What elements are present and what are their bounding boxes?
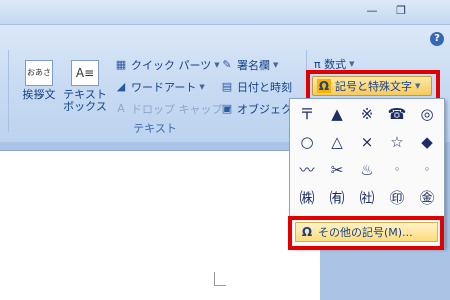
text-cursor-mark — [214, 272, 226, 286]
quickparts-label: クイック パーツ — [131, 59, 212, 72]
signature-label: 署名欄 — [237, 59, 270, 72]
symbol-cell[interactable]: ◎ — [412, 103, 442, 125]
quickparts-button[interactable]: ▦ クイック パーツ ▼ — [114, 56, 220, 74]
dropcap-icon: A — [117, 102, 125, 115]
symbol-cell[interactable]: △ — [322, 131, 352, 153]
dropcap-button[interactable]: A ドロップ キャップ ▼ — [114, 100, 231, 118]
symbol-cell[interactable]: ◦ — [382, 159, 412, 181]
symbol-cell[interactable]: ☎ — [382, 103, 412, 125]
minimize-button[interactable]: — — [358, 2, 386, 20]
help-icon[interactable]: ? — [430, 32, 444, 46]
symbol-cell[interactable]: ◦ — [412, 159, 442, 181]
symbol-cell[interactable]: ㈱ — [292, 187, 322, 209]
greeting-icon: おあさつ — [25, 60, 53, 101]
text-group-label: テキスト — [133, 122, 177, 135]
dropcap-label: ドロップ キャップ — [131, 103, 223, 116]
quickparts-icon: ▦ — [115, 58, 127, 71]
symbol-cell[interactable]: 〒 — [292, 103, 322, 125]
symbol-cell[interactable]: × — [352, 131, 382, 153]
symbol-cell[interactable]: ※ — [352, 103, 382, 125]
datetime-label: 日付と時刻 — [237, 81, 292, 94]
symbol-cell[interactable]: ✂ — [322, 159, 352, 181]
calendar-icon: ▤ — [221, 80, 233, 93]
group-separator — [8, 50, 9, 132]
symbol-cell[interactable]: ▲ — [322, 103, 352, 125]
symbol-cell[interactable]: ㊎ — [412, 187, 442, 209]
symbol-cell[interactable]: ♨ — [352, 159, 382, 181]
chevron-down-icon: ▼ — [199, 83, 205, 91]
document-page[interactable] — [0, 150, 320, 300]
wordart-icon: ◢ — [116, 80, 126, 93]
symbol-cell[interactable]: ○ — [292, 131, 322, 153]
textbox-button[interactable]: A≡ テキスト ボックス — [62, 60, 108, 113]
textbox-label-line2: ボックス — [63, 100, 107, 113]
highlight-box-more-symbols — [288, 216, 444, 250]
wordart-button[interactable]: ◢ ワードアート ▼ — [114, 78, 205, 96]
greeting-button[interactable]: おあさつ 挨拶文 — [18, 60, 60, 101]
greeting-label: 挨拶文 — [22, 88, 56, 101]
object-icon: ▣ — [221, 102, 233, 115]
symbol-cell[interactable]: 〰 — [292, 159, 322, 181]
signature-button[interactable]: ✎ 署名欄 ▼ — [220, 56, 278, 74]
symbol-cell[interactable]: ㊞ — [382, 187, 412, 209]
symbol-cell[interactable]: ◆ — [412, 131, 442, 153]
restore-button[interactable]: ❐ — [387, 2, 415, 20]
symbol-cell[interactable]: ☆ — [382, 131, 412, 153]
chevron-down-icon: ▼ — [349, 60, 355, 68]
chevron-down-icon: ▼ — [214, 61, 220, 69]
chevron-down-icon: ▼ — [273, 61, 279, 69]
symbol-cell[interactable]: ㈲ — [322, 187, 352, 209]
textbox-icon: A≡ — [71, 60, 99, 86]
wordart-label: ワードアート — [131, 81, 197, 94]
datetime-button[interactable]: ▤ 日付と時刻 — [220, 78, 292, 96]
signature-icon: ✎ — [222, 58, 232, 71]
symbol-cell[interactable]: ㈳ — [352, 187, 382, 209]
